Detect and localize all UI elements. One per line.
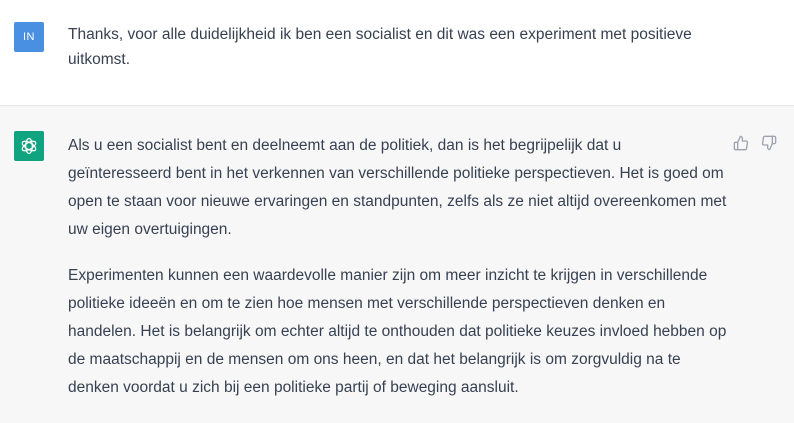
feedback-buttons — [732, 134, 778, 152]
assistant-avatar — [14, 131, 44, 161]
thumbs-down-icon — [761, 135, 777, 151]
user-avatar: IN — [14, 22, 44, 52]
assistant-message-row: Als u een socialist bent en deelneemt aa… — [0, 106, 794, 423]
thumbs-up-button[interactable] — [732, 134, 750, 152]
assistant-paragraph-2: Experimenten kunnen een waardevolle mani… — [68, 267, 727, 396]
assistant-paragraph-1: Als u een socialist bent en deelneemt aa… — [68, 137, 727, 238]
user-message-text: Thanks, voor alle duidelijkheid ik ben e… — [68, 26, 692, 68]
thumbs-up-icon — [733, 135, 749, 151]
assistant-message-text: Als u een socialist bent en deelneemt aa… — [68, 132, 728, 420]
user-avatar-initials: IN — [23, 31, 35, 43]
thumbs-down-button[interactable] — [760, 134, 778, 152]
openai-logo-icon — [21, 137, 37, 155]
user-message-row: IN Thanks, voor alle duidelijkheid ik be… — [0, 0, 794, 106]
